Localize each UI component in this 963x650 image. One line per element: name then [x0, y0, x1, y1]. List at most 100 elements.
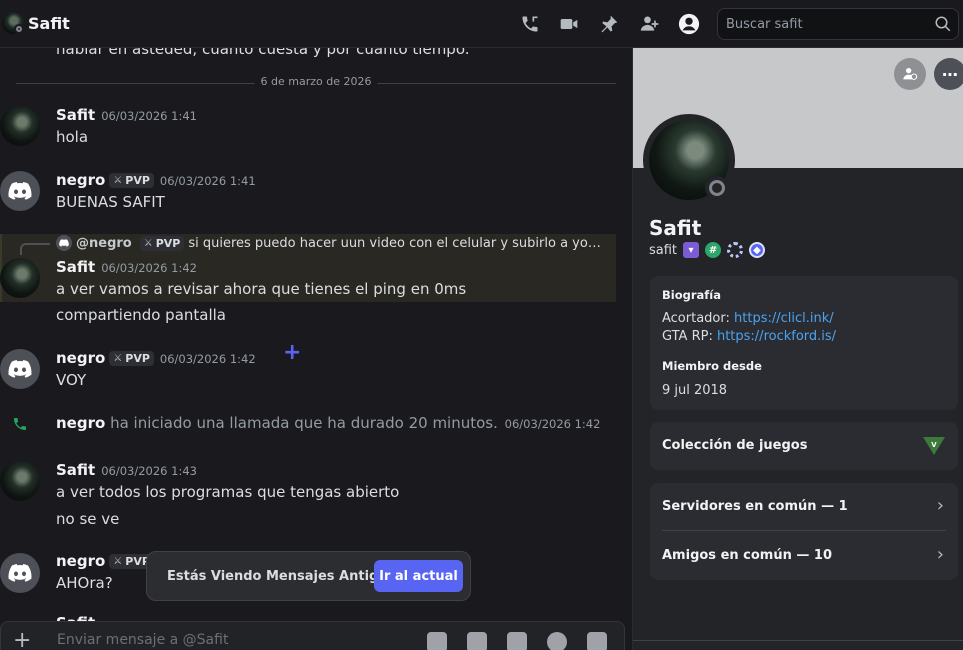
game-collection-label[interactable]: Colección de juegos: [662, 438, 807, 453]
clan-tag[interactable]: ⚔ PVP: [109, 351, 154, 366]
nitro-badge-icon[interactable]: ▾: [683, 242, 700, 258]
member-since-heading: Miembro desde: [662, 359, 762, 373]
old-messages-banner: Estás Viendo Mensajes Antiguos Ir al act…: [146, 551, 471, 601]
avatar[interactable]: [0, 349, 40, 389]
message-text: a ver vamos a revisar ahora que tienes e…: [56, 280, 467, 298]
bio-heading: Biografía: [662, 288, 721, 302]
mutual-friends-button[interactable]: Amigos en común — 10: [662, 548, 832, 563]
add-friends-icon[interactable]: [638, 12, 662, 36]
chat-area: hablar en asteded, cuanto cuesta y por c…: [0, 48, 632, 650]
friend-request-icon[interactable]: [894, 58, 926, 90]
phone-icon: [12, 416, 28, 436]
message-author[interactable]: negro ⚔ PVP 06/03/2026 1:42: [56, 349, 256, 367]
add-attachment-icon[interactable]: +: [13, 628, 31, 650]
message-author[interactable]: Safit 06/03/2026 1:42: [56, 258, 197, 276]
discord-icon: [56, 235, 72, 251]
message-text: hola: [56, 128, 89, 146]
mutual-servers-button[interactable]: Servidores en común — 1: [662, 499, 848, 514]
avatar[interactable]: [0, 171, 40, 211]
avatar[interactable]: [0, 553, 40, 593]
message-timestamp: 06/03/2026 1:42: [101, 261, 197, 275]
old-messages-text: Estás Viendo Mensajes Antiguos: [167, 568, 405, 584]
chevron-right-icon[interactable]: ›: [937, 495, 944, 516]
tag-label: PVP: [155, 236, 181, 250]
voice-call-icon[interactable]: [518, 12, 542, 36]
message-author[interactable]: Safit 06/03/2026 1:41: [56, 106, 197, 124]
bio-label: GTA RP:: [662, 329, 713, 344]
search-field[interactable]: [726, 16, 926, 32]
author-name[interactable]: negro: [56, 171, 105, 189]
bio-line: GTA RP: https://rockford.is/: [662, 329, 836, 344]
call-text: ha iniciado una llamada que ha durado 20…: [110, 414, 498, 432]
hashtag-badge-icon[interactable]: #: [705, 242, 722, 258]
tag-label: PVP: [125, 352, 150, 365]
message-text: a ver todos los programas que tengas abi…: [56, 483, 400, 501]
composer-placeholder[interactable]: Enviar mensaje a @Safit: [57, 632, 228, 648]
date-divider: 6 de marzo de 2026: [16, 75, 616, 88]
message-timestamp: 06/03/2026 1:42: [504, 417, 601, 431]
jump-to-present-button[interactable]: Ir al actual: [374, 560, 463, 592]
profile-username-row: safit ▾ # ◆: [649, 242, 766, 258]
member-since-date: 9 jul 2018: [662, 383, 728, 398]
bio-line: Acortador: https://clicl.ink/: [662, 311, 834, 326]
sticker-icon[interactable]: [507, 632, 527, 650]
divider: [662, 530, 946, 531]
avatar[interactable]: [0, 106, 40, 146]
video-call-icon[interactable]: [557, 12, 581, 36]
message-timestamp: 06/03/2026 1:41: [101, 109, 197, 123]
discord-icon: [8, 360, 32, 378]
more-options-icon[interactable]: ⋯: [934, 58, 963, 90]
message-text: AHOra?: [56, 574, 113, 592]
chevron-right-icon[interactable]: ›: [937, 544, 944, 565]
gta-v-game-icon[interactable]: V: [922, 435, 946, 461]
bio-link[interactable]: https://rockford.is/: [717, 329, 836, 344]
message-text: compartiendo pantalla: [56, 306, 226, 324]
search-input[interactable]: [717, 8, 959, 40]
user-profile-icon[interactable]: [677, 12, 701, 36]
avatar[interactable]: [0, 258, 40, 298]
emoji-icon[interactable]: [547, 632, 567, 650]
gif-icon[interactable]: [467, 632, 487, 650]
message-text: no se ve: [56, 510, 120, 528]
status-indicator: [705, 176, 729, 200]
apps-icon[interactable]: [587, 632, 607, 650]
profile-display-name: Safit: [649, 216, 702, 240]
message-composer[interactable]: + Enviar mensaje a @Safit: [0, 621, 625, 650]
sword-icon: ⚔: [143, 237, 153, 249]
reply-preview[interactable]: @negro ⚔ PVP si quieres puedo hacer uun v…: [56, 234, 603, 252]
divider: [633, 640, 963, 641]
author-name[interactable]: Safit: [56, 461, 95, 479]
bio-label: Acortador:: [662, 311, 730, 326]
avatar[interactable]: [0, 461, 40, 501]
message-text: VOY: [56, 371, 87, 389]
boost-badge-icon[interactable]: [727, 242, 744, 258]
reply-connector: [20, 243, 50, 255]
reply-text[interactable]: si quieres puedo hacer uun video con el …: [188, 236, 603, 251]
author-name[interactable]: negro: [56, 349, 105, 367]
discord-icon: [8, 182, 32, 200]
pin-icon[interactable]: [597, 12, 621, 36]
page-title: Safit: [28, 14, 70, 33]
profile-username: safit: [649, 242, 678, 258]
author-name[interactable]: negro: [56, 552, 105, 570]
message-author[interactable]: negro ⚔ PVP 06/03/2026 1:41: [56, 171, 256, 189]
author-name[interactable]: Safit: [56, 106, 95, 124]
message-text: hablar en asteded, cuanto cuesta y por c…: [56, 48, 470, 58]
call-event: negro ha iniciado una llamada que ha dur…: [0, 414, 616, 436]
date-divider-label: 6 de marzo de 2026: [254, 75, 378, 88]
game-collection-card[interactable]: Colección de juegos V: [650, 422, 958, 470]
reply-author[interactable]: @negro: [76, 236, 132, 251]
discord-icon: [8, 564, 32, 582]
gift-icon[interactable]: [427, 632, 447, 650]
search-icon: [934, 15, 952, 37]
call-author[interactable]: negro: [56, 414, 105, 432]
message-author[interactable]: Safit 06/03/2026 1:43: [56, 461, 197, 479]
clan-tag[interactable]: ⚔ PVP: [139, 235, 185, 251]
clan-tag[interactable]: ⚔ PVP: [109, 173, 154, 188]
quest-badge-icon[interactable]: ◆: [749, 242, 766, 258]
message-author[interactable]: negro ⚔ PVP: [56, 552, 154, 570]
user-profile-panel: ⋯ Safit safit ▾ # ◆ Biografía Acortador:…: [632, 48, 963, 650]
author-name[interactable]: Safit: [56, 258, 95, 276]
bio-link[interactable]: https://clicl.ink/: [734, 311, 834, 326]
tag-label: PVP: [125, 174, 150, 187]
